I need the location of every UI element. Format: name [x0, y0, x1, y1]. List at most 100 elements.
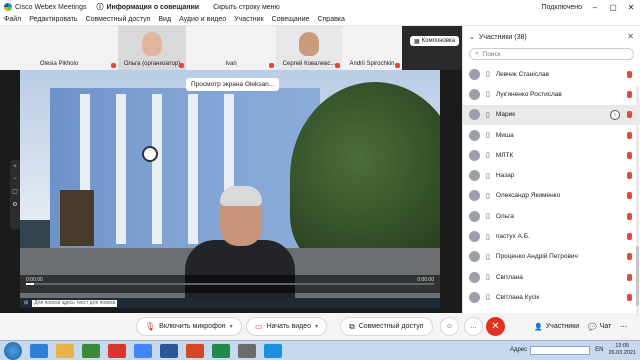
list-item[interactable]: ▯ Світлана	[463, 267, 640, 287]
menu-audio-video[interactable]: Аудио и видео	[179, 16, 226, 23]
close-icon[interactable]: ✕	[626, 3, 636, 12]
smile-icon: ☺	[445, 323, 454, 330]
list-item[interactable]: ▯ Левчик Станіслав	[463, 64, 640, 84]
menu-participant[interactable]: Участник	[234, 16, 264, 23]
media-icon[interactable]	[82, 343, 100, 358]
address-input[interactable]	[530, 345, 591, 355]
mic-muted-icon	[111, 63, 116, 68]
layout-icon: ▦	[414, 38, 420, 45]
search-icon: ⌕	[475, 50, 479, 57]
language-indicator[interactable]: EN	[595, 347, 603, 353]
list-item[interactable]: ▯ Ольга	[463, 206, 640, 226]
participants-button[interactable]: 👤 Участники	[534, 317, 579, 336]
speaker-person	[185, 240, 295, 306]
menu-help[interactable]: Справка	[317, 16, 344, 23]
zoom-out-icon[interactable]: −	[13, 176, 17, 182]
minimize-icon[interactable]: –	[590, 3, 600, 12]
thumbnail-empty	[402, 26, 462, 70]
chevron-down-icon[interactable]: ⌄	[469, 33, 475, 41]
chat-button[interactable]: 💬 Чат	[588, 317, 611, 336]
phone-icon: ▯	[486, 294, 490, 302]
thumbnail-andrii[interactable]: Andrii Spirochkin	[342, 26, 402, 70]
meeting-info-button[interactable]: ⓘ Информация о совещании	[96, 2, 199, 12]
menu-file[interactable]: Файл	[4, 16, 21, 23]
thumbnail-ivan[interactable]: Ivan	[186, 26, 276, 70]
maximize-icon[interactable]: ▢	[608, 3, 618, 12]
chrome-icon[interactable]	[134, 343, 152, 358]
unmute-button[interactable]: 🎙 Включить микрофон ▾	[136, 317, 242, 336]
chevron-down-icon[interactable]: ▾	[230, 323, 233, 330]
mic-muted-icon	[627, 212, 632, 220]
more-button[interactable]: ...	[464, 317, 483, 336]
participant-list: ▯ Левчик Станіслав ▯ Лук'яненко Ростислав …	[463, 64, 640, 308]
folder-icon[interactable]	[56, 343, 74, 358]
video-thumbnails: Olesia Pikholo Ольга (организатор) Ivan …	[0, 26, 462, 70]
opera-icon[interactable]	[108, 343, 126, 358]
list-item[interactable]: ▯ МЛТК	[463, 145, 640, 165]
list-item[interactable]: ▯ Світлана Кусік	[463, 287, 640, 307]
phone-icon: ▯	[486, 192, 490, 200]
mic-muted-icon	[627, 70, 632, 78]
ie-icon[interactable]	[30, 343, 48, 358]
phone-icon: ▯	[486, 172, 490, 180]
mic-muted-icon	[627, 131, 632, 139]
avatar	[469, 251, 480, 263]
menu-share[interactable]: Совместный доступ	[86, 16, 151, 23]
avatar	[469, 190, 480, 202]
address-bar: Адрес	[510, 345, 591, 355]
app-name: Cisco Webex Meetings	[15, 3, 87, 11]
avatar	[469, 271, 480, 283]
end-meeting-button[interactable]: ✕	[486, 317, 505, 336]
list-item[interactable]: ▯ Лук'яненко Ростислав	[463, 84, 640, 104]
mic-muted-icon	[395, 63, 400, 68]
start-button-icon[interactable]	[4, 341, 22, 360]
share-button[interactable]: ⧉ Совместный доступ	[340, 317, 433, 336]
list-item[interactable]: ▯ Миша	[463, 125, 640, 145]
thumbnail-olga[interactable]: Ольга (организатор)	[118, 26, 186, 70]
menu-view[interactable]: Вид	[158, 16, 171, 23]
mic-muted-icon	[627, 111, 632, 119]
powerpoint-icon[interactable]	[186, 343, 204, 358]
list-item[interactable]: ▯ Олександр Якименко	[463, 186, 640, 206]
menu-meeting[interactable]: Совещание	[272, 16, 310, 23]
hide-menu-bar-link[interactable]: Скрыть строку меню	[213, 4, 280, 11]
start-video-button[interactable]: ▭ Начать видео ▾	[246, 317, 328, 336]
clock[interactable]: 13:05 26.03.2021	[608, 343, 636, 357]
panel-scrollbar[interactable]	[636, 86, 639, 316]
layout-button[interactable]: ▦ Компоновка	[410, 36, 460, 46]
info-icon: ⓘ	[96, 4, 104, 11]
app-icon[interactable]	[238, 343, 256, 358]
more-panels-button[interactable]: ⋯	[620, 317, 627, 336]
close-icon: ✕	[491, 321, 500, 332]
mic-off-icon: 🎙	[145, 322, 156, 331]
list-item[interactable]: ▯ Назар	[463, 165, 640, 185]
view-screen-button[interactable]: Просмотр экрана Oleksan...	[186, 78, 280, 91]
chat-bubble-icon[interactable]: ○	[610, 109, 620, 120]
list-item[interactable]: ▯ Марик ○	[463, 104, 640, 125]
phone-icon: ▯	[486, 253, 490, 261]
menu-edit[interactable]: Редактировать	[29, 16, 77, 23]
mic-muted-icon	[269, 63, 274, 68]
phone-icon: ▯	[486, 213, 490, 221]
list-item[interactable]: ▯ Проценко Андрій Петрович	[463, 247, 640, 267]
list-item[interactable]: ▯ пастух А.Б.	[463, 226, 640, 246]
excel-icon[interactable]	[212, 343, 230, 358]
zoom-in-icon[interactable]: +	[13, 164, 17, 170]
mic-muted-icon	[627, 172, 632, 180]
reactions-button[interactable]: ☺	[440, 317, 459, 336]
video-progress[interactable]	[26, 283, 434, 285]
settings-icon[interactable]: ⚙	[12, 201, 17, 208]
chevron-down-icon[interactable]: ▾	[315, 323, 318, 330]
participant-search-input[interactable]: ⌕ Поиск	[469, 48, 634, 60]
word-icon[interactable]	[160, 343, 178, 358]
mic-muted-icon	[627, 233, 632, 241]
webex-icon[interactable]	[264, 343, 282, 358]
shared-screen	[20, 70, 440, 306]
thumbnail-olesia[interactable]: Olesia Pikholo	[0, 26, 118, 70]
system-tray: Адрес EN 13:05 26.03.2021	[510, 343, 636, 357]
fit-icon[interactable]: ▢	[12, 188, 18, 195]
avatar	[469, 109, 480, 121]
avatar	[469, 210, 480, 222]
close-panel-icon[interactable]: ✕	[627, 32, 634, 41]
thumbnail-sergey[interactable]: Сергей Ковалевс...	[276, 26, 342, 70]
